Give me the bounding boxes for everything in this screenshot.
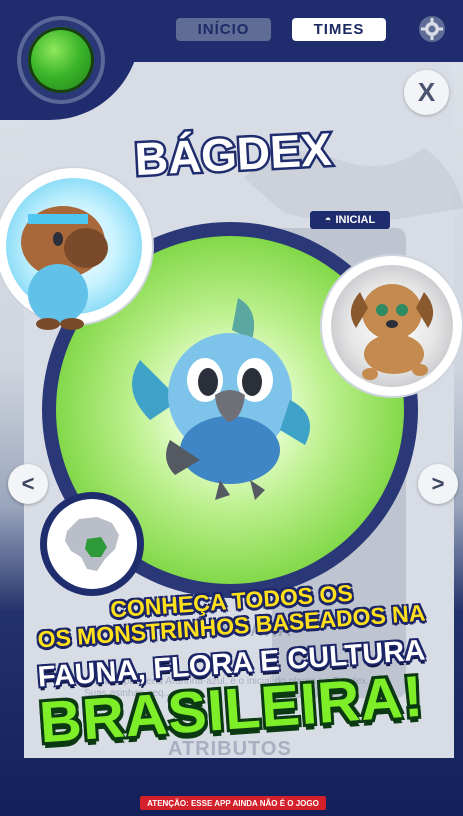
power-button[interactable] [17,16,105,104]
prev-monster-button[interactable]: < [8,464,48,504]
app-screen: 001 - VOARA Voara, a pequena Ararinha-az… [0,0,463,816]
svg-text:BÁGDEX: BÁGDEX [133,123,333,185]
tab-times[interactable]: TIMES [292,18,386,41]
gear-icon[interactable] [418,15,446,43]
brazil-map-icon [65,517,119,571]
puppy-monster-image[interactable] [334,270,452,388]
pokeball-icon: ◓ [324,214,332,226]
bagdex-logo: BÁGDEX [131,120,336,187]
region-badge [40,492,144,596]
power-light-icon [28,27,94,93]
next-monster-button[interactable]: > [418,464,458,504]
starter-badge: ◓ INICIAL [310,211,390,229]
capybara-monster-image[interactable] [8,184,138,334]
tab-inicio[interactable]: INÍCIO [176,18,271,41]
macaw-monster-image[interactable] [120,290,320,510]
starter-badge-label: INICIAL [335,214,376,226]
warning-banner: ATENÇÃO: ESSE APP AINDA NÃO É O JOGO [140,796,326,810]
close-button[interactable]: X [404,70,449,115]
